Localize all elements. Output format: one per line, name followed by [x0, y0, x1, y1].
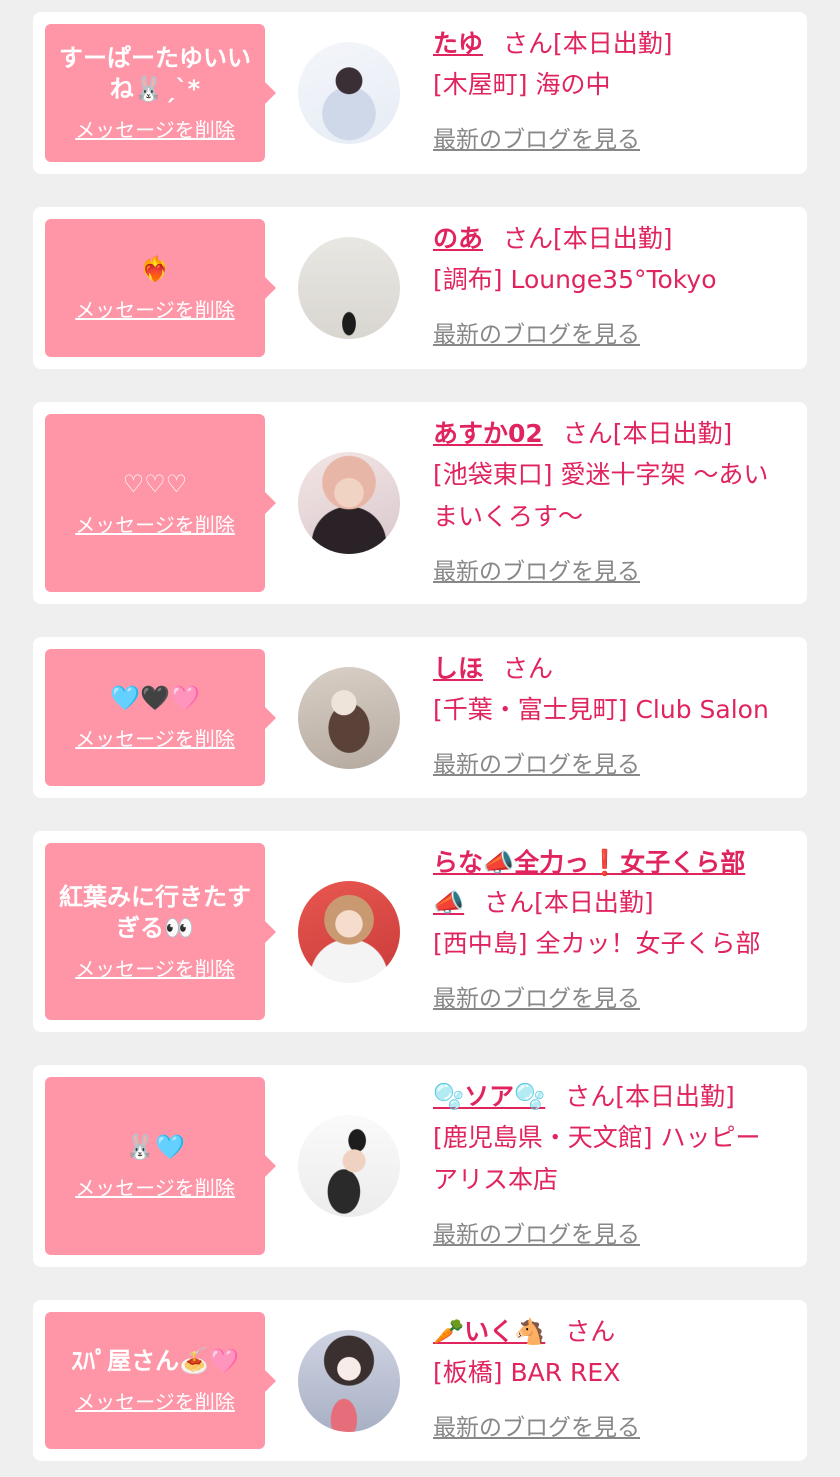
message-bubble: ♡♡♡ メッセージを削除 [45, 414, 276, 592]
shop-name: [西中島] 全カッ！女子くら部 [433, 929, 761, 958]
cast-info: たゆ さん[本日出勤] [木屋町] 海の中 最新のブログを見る [433, 24, 777, 154]
shop-name: [千葉・富士見町] Club Salon [433, 695, 769, 724]
delete-message-link[interactable]: メッセージを削除 [75, 512, 235, 538]
cast-status: さん[本日出勤] [562, 419, 733, 448]
avatar[interactable] [298, 237, 400, 339]
list-item: 🩵🖤🩷 メッセージを削除 しほ さん [千葉・富士見町] Club Salon 最… [33, 637, 807, 798]
cast-name-link[interactable]: しほ [433, 654, 483, 683]
message-bubble: 🩵🖤🩷 メッセージを削除 [45, 649, 276, 786]
message-text: ❤️‍🔥 [140, 254, 170, 283]
cast-status: さん[本日出勤] [484, 888, 654, 917]
avatar[interactable] [298, 666, 400, 769]
cast-info: あすか02 さん[本日出勤] [池袋東口] 愛迷十字架 〜あいまいくろす〜 最新の… [433, 414, 777, 586]
avatar[interactable] [298, 1329, 400, 1432]
cast-status: さん[本日出勤] [565, 1082, 735, 1111]
shop-name: [木屋町] 海の中 [433, 70, 611, 99]
cast-name-link[interactable]: 🥕いく🐴 [433, 1317, 545, 1346]
shop-name: [板橋] BAR REX [433, 1358, 621, 1387]
blog-link[interactable]: 最新のブログを見る [433, 120, 640, 154]
delete-message-link[interactable]: メッセージを削除 [75, 297, 235, 323]
cast-name-link[interactable]: たゆ [433, 29, 483, 58]
shop-name: [調布] Lounge35°Tokyo [433, 265, 717, 294]
cast-name-link[interactable]: あすか02 [433, 419, 543, 448]
message-list: すーぱーたゆいいね🐰ˏˋ* メッセージを削除 たゆ さん[本日出勤] [木屋町] … [0, 0, 840, 1477]
avatar[interactable] [298, 42, 400, 144]
message-text: 🐰🩵 [125, 1132, 185, 1161]
message-text: ｽﾊﾟ屋さん🍝🩷 [71, 1347, 239, 1375]
avatar[interactable] [298, 452, 400, 554]
cast-info: 🥕いく🐴 さん [板橋] BAR REX 最新のブログを見る [433, 1312, 777, 1442]
cast-status: さん[本日出勤] [503, 224, 673, 253]
list-item: 🐰🩵 メッセージを削除 🫧ソア🫧 さん[本日出勤] [鹿児島県・天文館] ハッピー… [33, 1065, 807, 1267]
delete-message-link[interactable]: メッセージを削除 [75, 117, 235, 143]
list-item: ｽﾊﾟ屋さん🍝🩷 メッセージを削除 🥕いく🐴 さん [板橋] BAR REX 最新… [33, 1300, 807, 1461]
cast-name-link[interactable]: 🫧ソア🫧 [433, 1082, 545, 1111]
blog-link[interactable]: 最新のブログを見る [433, 552, 640, 586]
shop-name: [池袋東口] 愛迷十字架 〜あいまいくろす〜 [433, 460, 769, 531]
cast-info: のあ さん[本日出勤] [調布] Lounge35°Tokyo 最新のブログを見る [433, 219, 777, 349]
cast-status: さん [565, 1317, 616, 1346]
list-item: ❤️‍🔥 メッセージを削除 のあ さん[本日出勤] [調布] Lounge35°T… [33, 207, 807, 369]
blog-link[interactable]: 最新のブログを見る [433, 315, 640, 349]
message-bubble: すーぱーたゆいいね🐰ˏˋ* メッセージを削除 [45, 24, 276, 162]
message-text: 紅葉みに行きたすぎる👀 [59, 882, 251, 942]
list-item: 紅葉みに行きたすぎる👀 メッセージを削除 らな📣全力っ❗女子くら部📣 さん[本日出… [33, 831, 807, 1032]
delete-message-link[interactable]: メッセージを削除 [75, 956, 235, 982]
avatar[interactable] [298, 880, 400, 983]
blog-link[interactable]: 最新のブログを見る [433, 745, 640, 779]
blog-link[interactable]: 最新のブログを見る [433, 1408, 640, 1442]
delete-message-link[interactable]: メッセージを削除 [75, 1389, 235, 1415]
delete-message-link[interactable]: メッセージを削除 [75, 726, 235, 752]
message-text: すーぱーたゆいいね🐰ˏˋ* [59, 44, 251, 103]
blog-link[interactable]: 最新のブログを見る [433, 1215, 640, 1249]
cast-info: らな📣全力っ❗女子くら部📣 さん[本日出勤] [西中島] 全カッ！女子くら部 最新… [433, 843, 777, 1013]
shop-name: [鹿児島県・天文館] ハッピーアリス本店 [433, 1123, 761, 1194]
cast-status: さん [503, 654, 554, 683]
delete-message-link[interactable]: メッセージを削除 [75, 1175, 235, 1201]
message-text: ♡♡♡ [122, 469, 188, 498]
list-item: すーぱーたゆいいね🐰ˏˋ* メッセージを削除 たゆ さん[本日出勤] [木屋町] … [33, 12, 807, 174]
message-bubble: ❤️‍🔥 メッセージを削除 [45, 219, 276, 357]
cast-name-link[interactable]: のあ [433, 224, 483, 253]
cast-info: 🫧ソア🫧 さん[本日出勤] [鹿児島県・天文館] ハッピーアリス本店 最新のブログ… [433, 1077, 777, 1249]
message-bubble: ｽﾊﾟ屋さん🍝🩷 メッセージを削除 [45, 1312, 276, 1449]
list-item: ♡♡♡ メッセージを削除 あすか02 さん[本日出勤] [池袋東口] 愛迷十字架 … [33, 402, 807, 604]
avatar[interactable] [298, 1115, 400, 1217]
message-text: 🩵🖤🩷 [110, 684, 200, 712]
blog-link[interactable]: 最新のブログを見る [433, 979, 640, 1013]
message-bubble: 🐰🩵 メッセージを削除 [45, 1077, 276, 1255]
cast-info: しほ さん [千葉・富士見町] Club Salon 最新のブログを見る [433, 649, 777, 779]
cast-status: さん[本日出勤] [503, 29, 673, 58]
message-bubble: 紅葉みに行きたすぎる👀 メッセージを削除 [45, 843, 276, 1020]
